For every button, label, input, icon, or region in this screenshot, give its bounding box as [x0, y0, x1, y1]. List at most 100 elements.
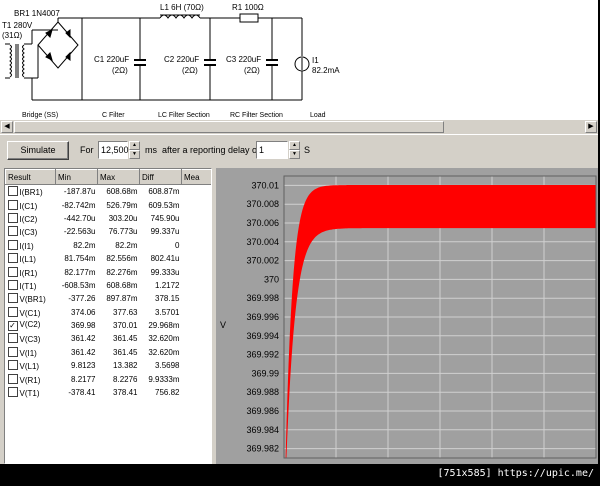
- result-checkbox[interactable]: [7, 293, 18, 304]
- scroll-thumb[interactable]: [14, 121, 444, 133]
- table-row[interactable]: I(BR1) -187.87u 608.68m 608.87m41.102: [6, 185, 212, 199]
- result-checkbox[interactable]: [7, 279, 18, 290]
- table-row[interactable]: ✓V(C2) 369.98 370.01 29.968m370.0: [6, 319, 212, 332]
- result-max-cell: 897.87m: [106, 294, 138, 304]
- table-row[interactable]: I(C3) -22.563u 76.773u 99.337u468.07: [6, 225, 212, 238]
- result-max-cell: 378.41: [113, 388, 138, 398]
- result-mean-cell: -250.9: [182, 292, 212, 305]
- table-row[interactable]: V(C1) 374.06 377.63 3.5701375.7: [6, 306, 212, 319]
- result-mean-cell: 11.50: [182, 359, 212, 372]
- result-mean-cell: -2.118: [182, 198, 212, 211]
- col-header-max[interactable]: Max: [97, 169, 140, 185]
- y-tick-label: 370.01: [251, 180, 279, 190]
- table-row[interactable]: V(C3) 361.42 361.45 32.620m361.4: [6, 332, 212, 345]
- result-min-cell: 82.2m: [73, 240, 96, 250]
- waveform-plot[interactable]: 370.01 370.008 370.006 370.004 370.002 370 369…: [216, 168, 598, 464]
- result-checkbox[interactable]: [7, 346, 18, 357]
- result-checkbox[interactable]: ✓: [7, 321, 18, 332]
- resistor-label: R1 100Ω: [232, 3, 264, 12]
- table-row[interactable]: V(R1) 8.2177 8.2276 9.9333m8.220: [6, 372, 212, 385]
- transformer-res: (31Ω): [2, 31, 23, 40]
- table-row[interactable]: I(R1) 82.177m 82.276m 99.333u82.200: [6, 265, 212, 278]
- result-name-cell: V(C1): [6, 306, 56, 319]
- resistor-icon: [239, 13, 259, 23]
- y-tick-label: 370.006: [246, 218, 279, 228]
- table-row[interactable]: V(T1) -378.41 378.41 756.821.9515: [6, 386, 212, 399]
- table-row[interactable]: V(BR1) -377.26 897.87m 378.15-250.9: [6, 292, 212, 305]
- y-tick-label: 369.984: [246, 425, 279, 435]
- y-tick-label: 370.002: [246, 256, 279, 266]
- col-header-mean[interactable]: Mea: [181, 169, 211, 185]
- col-header-diff[interactable]: Diff: [139, 169, 182, 185]
- table-row[interactable]: V(I1) 361.42 361.45 32.620m361.4: [6, 346, 212, 359]
- result-checkbox[interactable]: [7, 186, 18, 197]
- result-min-cell: -22.563u: [63, 227, 96, 237]
- table-row[interactable]: I(I1) 82.2m 82.2m 082.200: [6, 239, 212, 252]
- table-row[interactable]: I(T1) -608.53m 608.68m 1.2172101.49: [6, 279, 212, 292]
- delay-spinner[interactable]: ▲ ▼: [289, 141, 300, 159]
- result-name-cell: I(R1): [6, 265, 56, 278]
- result-checkbox[interactable]: [7, 226, 18, 237]
- plot-canvas: 370.01 370.008 370.006 370.004 370.002 370 369…: [220, 175, 597, 459]
- result-max-cell: 303.20u: [108, 213, 138, 223]
- result-min-cell: -608.53m: [61, 280, 96, 290]
- result-checkbox[interactable]: [7, 387, 18, 398]
- simulator-window: BR1 1N4007 T1 280V (31Ω) L1 6H (70Ω) R1 …: [0, 0, 598, 486]
- result-name-cell: I(I1): [6, 239, 56, 252]
- simulate-button[interactable]: Simulate: [7, 141, 69, 160]
- c1-label: C1 220uF: [94, 55, 129, 64]
- table-row[interactable]: I(C1) -82.742m 526.79m 609.53m-2.118: [6, 198, 212, 211]
- table-row[interactable]: V(L1) 9.8123 13.382 3.569811.50: [6, 359, 212, 372]
- col-header-result[interactable]: Result: [5, 169, 56, 185]
- scroll-right-icon[interactable]: ▶: [585, 121, 597, 133]
- load-name: I1: [312, 56, 319, 65]
- table-row[interactable]: I(C2) -442.70u 303.20u 745.90u382.74: [6, 212, 212, 225]
- for-label: For: [80, 145, 94, 155]
- result-min-cell: 9.8123: [71, 361, 96, 371]
- result-min-cell: 81.754m: [64, 254, 96, 264]
- result-name: V(L1): [19, 362, 40, 372]
- duration-spinner[interactable]: ▲ ▼: [129, 141, 140, 159]
- scroll-left-icon[interactable]: ◀: [1, 121, 13, 133]
- duration-input[interactable]: 12,500: [98, 141, 129, 159]
- section-load: Load: [310, 112, 326, 119]
- transformer-primary-icon: [9, 44, 12, 78]
- result-checkbox[interactable]: [7, 306, 18, 317]
- result-mean-cell: 468.07: [182, 225, 212, 238]
- result-checkbox[interactable]: [7, 333, 18, 344]
- spin-up-icon[interactable]: ▲: [289, 141, 300, 150]
- result-checkbox[interactable]: [7, 239, 18, 250]
- result-checkbox[interactable]: [7, 199, 18, 210]
- result-diff-cell: 3.5698: [155, 361, 180, 371]
- result-checkbox[interactable]: [7, 373, 18, 384]
- c2-res: (2Ω): [182, 66, 198, 75]
- result-checkbox[interactable]: [7, 212, 18, 223]
- result-name: I(L1): [19, 255, 36, 265]
- delay-input[interactable]: 1: [256, 141, 288, 159]
- result-min-cell: 361.42: [71, 347, 96, 357]
- result-max-cell: 82.556m: [106, 254, 138, 264]
- result-checkbox[interactable]: [7, 360, 18, 371]
- result-checkbox[interactable]: [7, 266, 18, 277]
- result-mean-cell: 8.220: [182, 372, 212, 385]
- spin-down-icon[interactable]: ▼: [289, 150, 300, 159]
- result-name: V(C1): [19, 308, 41, 318]
- y-tick-label: 369.986: [246, 406, 279, 416]
- result-mean-cell: 375.7: [182, 306, 212, 319]
- spin-up-icon[interactable]: ▲: [129, 141, 140, 150]
- y-tick-label: 369.988: [246, 387, 279, 397]
- spin-down-icon[interactable]: ▼: [129, 150, 140, 159]
- col-header-min[interactable]: Min: [55, 169, 98, 185]
- table-row[interactable]: I(L1) 81.754m 82.556m 802.41u82.200: [6, 252, 212, 265]
- result-min-cell: 374.06: [71, 307, 96, 317]
- result-mean-cell: 361.4: [182, 332, 212, 345]
- result-mean-cell: 361.4: [182, 346, 212, 359]
- c1-res: (2Ω): [112, 66, 128, 75]
- result-max-cell: 82.2m: [115, 240, 138, 250]
- y-tick-label: 370.004: [246, 237, 279, 247]
- result-diff-cell: 99.337u: [150, 227, 180, 237]
- schematic-hscrollbar[interactable]: ◀ ▶: [0, 120, 598, 134]
- circuit-diagram: BR1 1N4007 T1 280V (31Ω) L1 6H (70Ω) R1 …: [2, 3, 340, 119]
- transformer-label: T1 280V: [2, 21, 33, 30]
- result-checkbox[interactable]: [7, 253, 18, 264]
